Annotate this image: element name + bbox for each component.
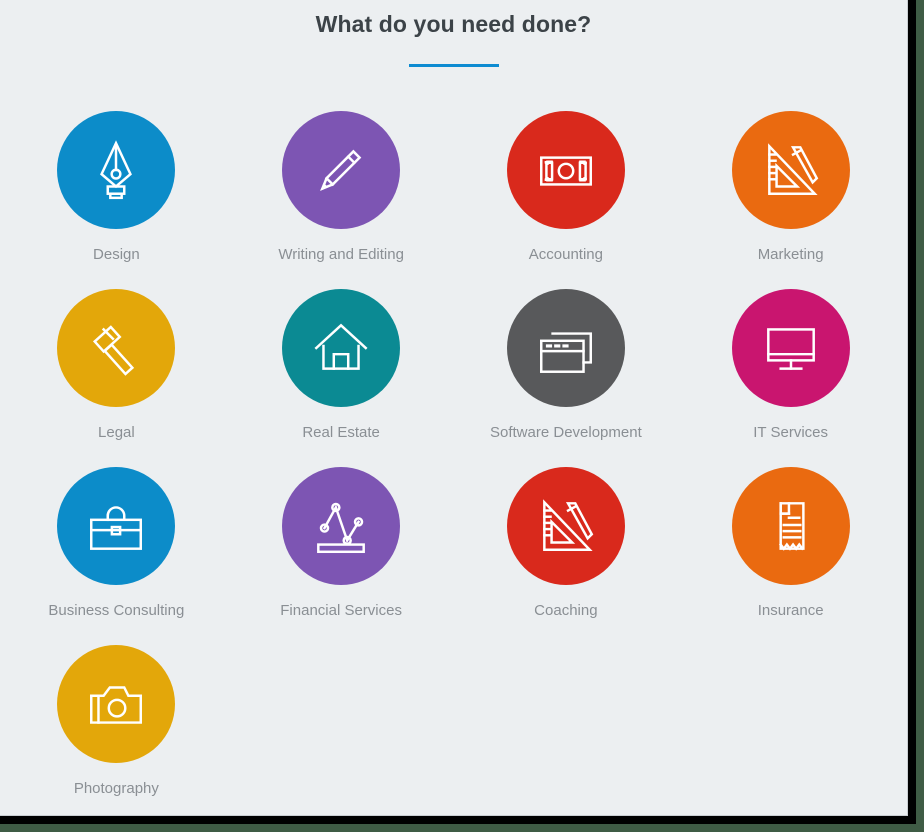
category-label: Software Development [490,424,642,441]
category-label: Coaching [534,602,598,619]
window-frame: What do you need done? Design Writing and… [0,0,916,824]
category-label: Insurance [757,602,824,619]
page-surface: What do you need done? Design Writing and… [0,0,908,816]
category-item-real-estate[interactable]: Real Estate [229,289,454,467]
category-label: IT Services [753,424,828,441]
category-label: Financial Services [280,602,402,619]
category-item-legal[interactable]: Legal [4,289,229,467]
category-label: Real Estate [302,424,380,441]
pencil-icon[interactable] [282,111,401,229]
category-item-marketing[interactable]: Marketing [678,111,903,289]
title-underline-accent [408,64,499,67]
line-chart-icon[interactable] [282,467,401,585]
category-item-accounting[interactable]: Accounting [454,111,679,289]
ruler-pencil-icon[interactable] [731,111,850,229]
category-item-insurance[interactable]: Insurance [678,467,903,645]
category-item-photography[interactable]: Photography [4,645,229,815]
category-item-financial-services[interactable]: Financial Services [229,467,454,645]
house-icon[interactable] [282,289,401,407]
browser-windows-icon[interactable] [506,289,625,407]
ruler-pencil-icon[interactable] [506,467,625,585]
category-label: Marketing [757,246,824,263]
category-item-software-development[interactable]: Software Development [454,289,679,467]
category-label: Writing and Editing [278,246,404,263]
banknote-icon[interactable] [506,111,625,229]
category-item-it-services[interactable]: IT Services [678,289,903,467]
category-item-writing-and-editing[interactable]: Writing and Editing [229,111,454,289]
category-item-design[interactable]: Design [4,111,229,289]
briefcase-icon[interactable] [57,467,176,585]
category-label: Photography [73,780,159,797]
category-label: Business Consulting [48,602,185,619]
category-label: Legal [98,424,135,441]
page-title: What do you need done? [315,11,592,37]
page-header: What do you need done? [0,0,907,67]
category-label: Accounting [528,246,603,263]
receipt-icon[interactable] [731,467,850,585]
category-grid: Design Writing and Editing Accounting Marke… [0,111,907,815]
camera-icon[interactable] [57,645,176,763]
monitor-icon[interactable] [731,289,850,407]
category-item-coaching[interactable]: Coaching [454,467,679,645]
category-item-business-consulting[interactable]: Business Consulting [4,467,229,645]
gavel-icon[interactable] [57,289,176,407]
category-label: Design [93,246,140,263]
pen-nib-icon[interactable] [57,111,176,229]
